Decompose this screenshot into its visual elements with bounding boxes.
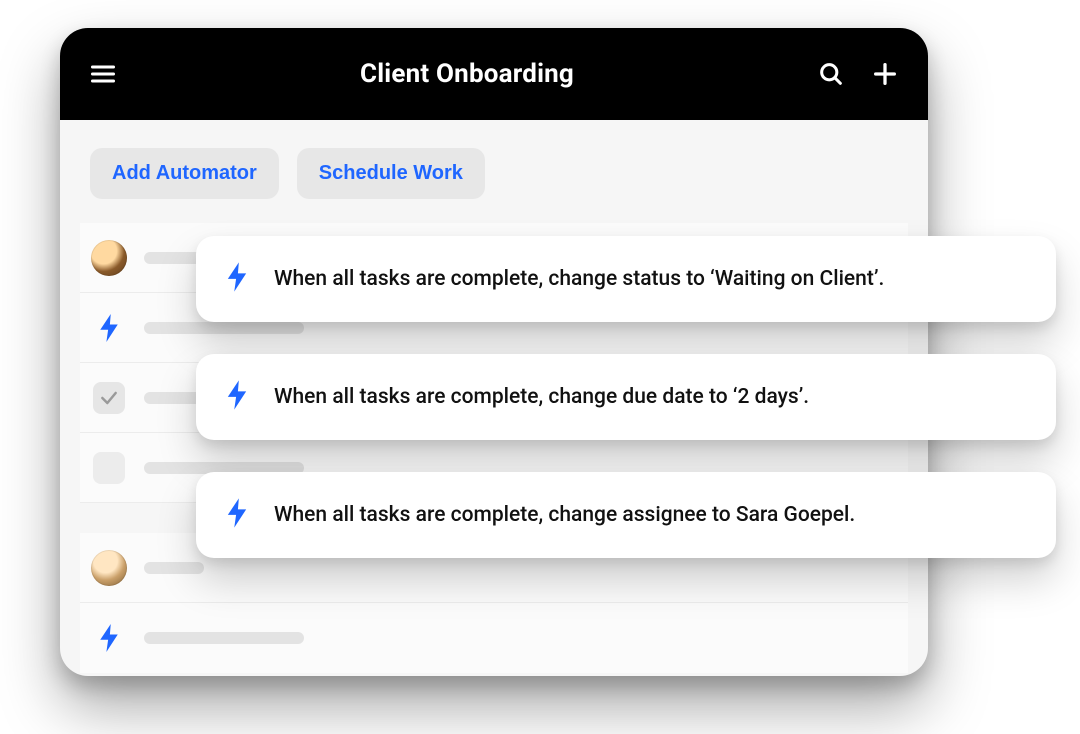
- bolt-icon: [226, 380, 248, 414]
- list-item[interactable]: [80, 603, 908, 673]
- automator-card[interactable]: When all tasks are complete, change stat…: [196, 236, 1056, 322]
- add-icon[interactable]: [870, 59, 900, 89]
- placeholder-bar: [144, 252, 204, 264]
- avatar: [91, 240, 127, 276]
- search-icon[interactable]: [816, 59, 846, 89]
- checkbox-empty-icon[interactable]: [93, 452, 125, 484]
- placeholder-bar: [144, 562, 204, 574]
- automator-card[interactable]: When all tasks are complete, change due …: [196, 354, 1056, 440]
- toolbar: Add Automator Schedule Work: [60, 120, 928, 223]
- bolt-icon: [226, 498, 248, 532]
- avatar: [91, 550, 127, 586]
- menu-icon[interactable]: [88, 59, 118, 89]
- schedule-work-button[interactable]: Schedule Work: [297, 148, 485, 199]
- placeholder-bar: [144, 392, 204, 404]
- bolt-icon: [90, 309, 128, 347]
- bolt-icon: [90, 619, 128, 657]
- bolt-icon: [226, 262, 248, 296]
- checkbox-checked-icon[interactable]: [93, 382, 125, 414]
- titlebar: Client Onboarding: [60, 28, 928, 120]
- add-automator-button[interactable]: Add Automator: [90, 148, 279, 199]
- automator-card-text: When all tasks are complete, change stat…: [274, 267, 884, 291]
- page-title: Client Onboarding: [118, 59, 816, 89]
- automator-card[interactable]: When all tasks are complete, change assi…: [196, 472, 1056, 558]
- placeholder-bar: [144, 632, 304, 644]
- automator-cards: When all tasks are complete, change stat…: [196, 236, 1056, 558]
- automator-card-text: When all tasks are complete, change assi…: [274, 503, 855, 527]
- automator-card-text: When all tasks are complete, change due …: [274, 385, 809, 409]
